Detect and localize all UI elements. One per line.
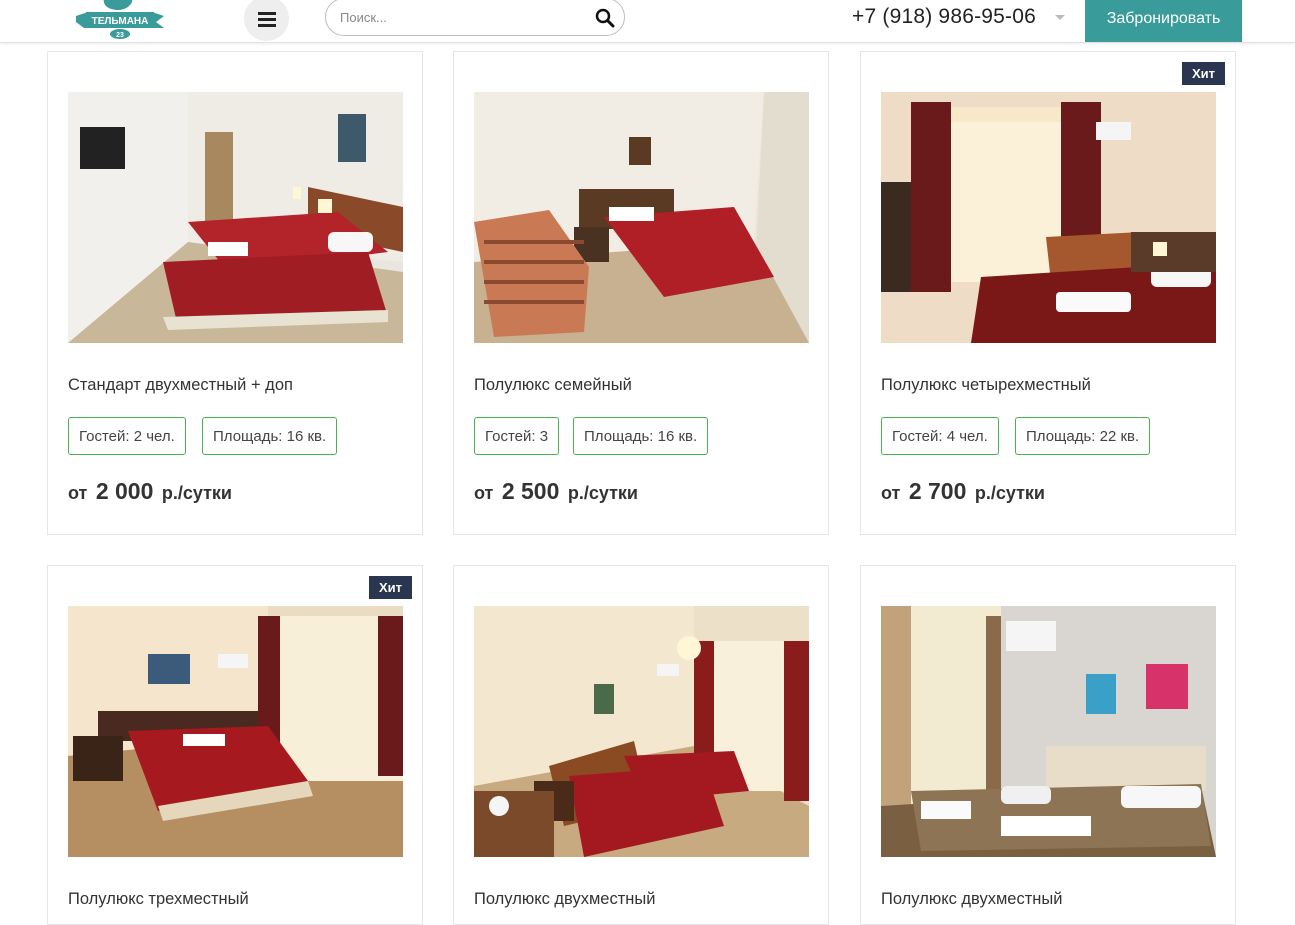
- price-value: 2 700: [908, 478, 967, 504]
- room-card[interactable]: Полулюкс двухместный: [860, 565, 1236, 925]
- price-suffix: р./сутки: [161, 483, 232, 503]
- price-suffix: р./сутки: [567, 483, 638, 503]
- room-photo[interactable]: [474, 92, 809, 343]
- chevron-down-icon[interactable]: [1055, 15, 1065, 20]
- search-box: [325, 0, 625, 36]
- area-tag: Площадь: 16 кв.: [202, 417, 338, 455]
- hotel-logo[interactable]: ТЕЛЬМАНА 23: [74, 0, 166, 42]
- room-photo[interactable]: [68, 92, 403, 343]
- room-price: от 2 000 р./сутки: [68, 478, 232, 505]
- guests-tag: Гостей: 2 чел.: [68, 417, 186, 455]
- room-card[interactable]: Хит Полулюкс четырехместный Гостей: 4 че…: [860, 51, 1236, 535]
- book-button[interactable]: Забронировать: [1085, 0, 1242, 42]
- guests-tag: Гостей: 4 чел.: [881, 417, 999, 455]
- hamburger-icon: [257, 11, 276, 27]
- room-card[interactable]: Полулюкс двухместный: [453, 565, 829, 925]
- price-suffix: р./сутки: [974, 483, 1045, 503]
- room-title[interactable]: Полулюкс двухместный: [881, 890, 1062, 909]
- room-card[interactable]: Полулюкс семейный Гостей: 3 Площадь: 16 …: [453, 51, 829, 535]
- room-title[interactable]: Полулюкс четырехместный: [881, 376, 1091, 395]
- price-prefix: от: [68, 483, 88, 503]
- price-value: 2 500: [501, 478, 560, 504]
- logo-text: ТЕЛЬМАНА: [92, 16, 149, 27]
- area-tag: Площадь: 22 кв.: [1015, 417, 1151, 455]
- search-icon[interactable]: [595, 8, 615, 28]
- room-price: от 2 500 р./сутки: [474, 478, 638, 505]
- room-title[interactable]: Полулюкс двухместный: [474, 890, 655, 909]
- phone-number[interactable]: +7 (918) 986-95-06: [852, 5, 1036, 29]
- logo-number: 23: [116, 32, 124, 39]
- price-prefix: от: [474, 483, 494, 503]
- area-tag: Площадь: 16 кв.: [573, 417, 709, 455]
- room-card[interactable]: Хит Полулюкс трехместный: [47, 565, 423, 925]
- room-photo[interactable]: [68, 606, 403, 857]
- site-header: ТЕЛЬМАНА 23 +7 (918) 986-95-06 Заброниро…: [0, 0, 1295, 43]
- room-title[interactable]: Полулюкс семейный: [474, 376, 632, 395]
- guests-tag: Гостей: 3: [474, 417, 560, 455]
- room-card[interactable]: Стандарт двухместный + доп Гостей: 2 чел…: [47, 51, 423, 535]
- price-value: 2 000: [95, 478, 154, 504]
- hit-badge: Хит: [1181, 62, 1225, 85]
- room-photo[interactable]: [474, 606, 809, 857]
- room-photo[interactable]: [881, 92, 1216, 343]
- search-input[interactable]: [340, 0, 590, 35]
- room-photo[interactable]: [881, 606, 1216, 857]
- room-title[interactable]: Полулюкс трехместный: [68, 890, 249, 909]
- menu-button[interactable]: [244, 0, 289, 41]
- price-prefix: от: [881, 483, 901, 503]
- room-title[interactable]: Стандарт двухместный + доп: [68, 376, 293, 395]
- room-price: от 2 700 р./сутки: [881, 478, 1045, 505]
- hit-badge: Хит: [368, 576, 412, 599]
